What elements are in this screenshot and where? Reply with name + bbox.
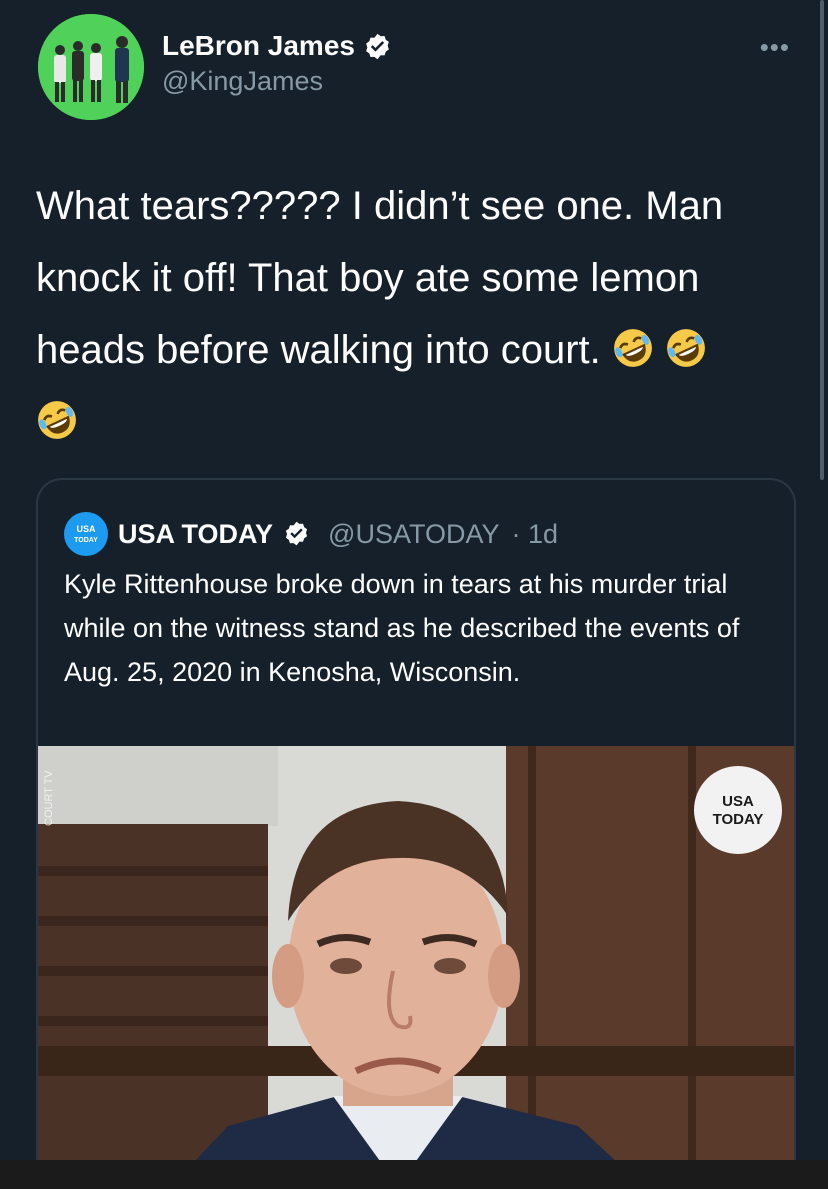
svg-text:TODAY: TODAY [74,537,98,544]
quoted-timestamp[interactable]: · 1d [512,519,559,550]
scrollbar[interactable] [820,0,824,480]
verified-badge-icon [283,520,312,549]
quoted-tweet-image[interactable]: USA TODAY COURT TV [38,746,794,1189]
verified-badge-icon [363,32,392,61]
quoted-author-name[interactable]: USA TODAY [118,519,273,550]
tweet-text-line: heads before walking into court. [36,328,601,372]
rolling-on-floor-laughing-emoji-icon [36,392,78,439]
author-handle[interactable]: @KingJames [162,66,392,97]
rolling-on-floor-laughing-emoji-icon [612,320,654,367]
usa-today-watermark: TODAY [713,811,764,828]
rolling-on-floor-laughing-emoji-icon [665,320,707,367]
author-avatar[interactable] [38,14,144,120]
bottom-bar [0,1160,828,1189]
quoted-tweet-text: Kyle Rittenhouse broke down in tears at … [64,569,740,687]
author-name[interactable]: LeBron James [162,30,355,62]
courtroom-photo-icon: USA TODAY COURT TV [38,746,794,1189]
tweet-text-line: knock it off! That boy ate some lemon [36,256,700,300]
author-block: LeBron James @KingJames [162,30,392,97]
tweet-text-line-with-emoji: heads before walking into court. [36,314,796,386]
court-tv-watermark: COURT TV [43,770,55,826]
avatar-photo-icon [38,14,144,120]
tweet-emoji-line [36,386,796,458]
tweet-screenshot: LeBron James @KingJames ••• What tears??… [0,0,828,1189]
usa-today-watermark: USA [722,793,754,810]
quoted-author-avatar[interactable]: USA TODAY [64,512,108,556]
tweet-text: What tears????? I didn’t see one. Man kn… [36,170,796,458]
quoted-tweet-card[interactable]: USA TODAY USA TODAY @USATODAY · 1d Kyle … [36,478,796,1189]
more-options-icon[interactable]: ••• [760,32,790,63]
quoted-author-handle[interactable]: @USATODAY [328,519,499,550]
tweet-text-line: What tears????? I didn’t see one. Man [36,184,724,228]
svg-text:USA: USA [76,524,96,534]
quoted-tweet-header: USA TODAY USA TODAY @USATODAY · 1d [64,512,558,556]
